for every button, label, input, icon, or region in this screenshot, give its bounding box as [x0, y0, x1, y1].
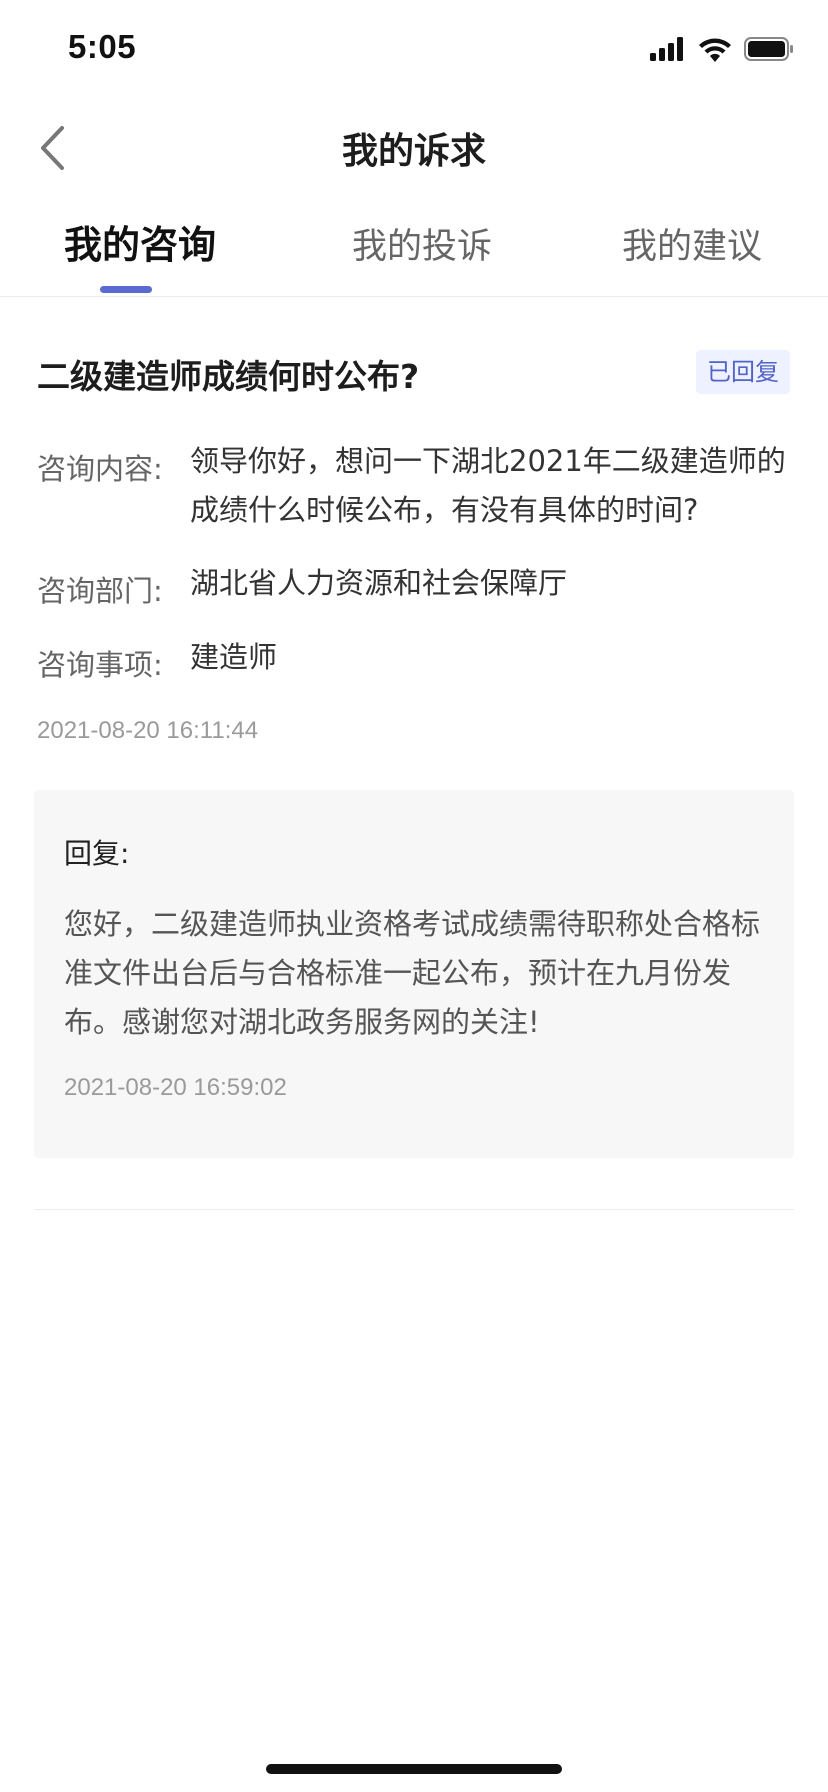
department-label: 咨询部门:	[37, 574, 163, 608]
department-value: 湖北省人力资源和社会保障厅	[190, 566, 568, 600]
matter-value: 建造师	[190, 640, 278, 674]
reply-box: 回复: 您好，二级建造师执业资格考试成绩需待职称处合格标准文件出台后与合格标准一…	[34, 790, 794, 1158]
reply-timestamp: 2021-08-20 16:59:02	[64, 1074, 287, 1101]
consultation-timestamp: 2021-08-20 16:11:44	[37, 717, 259, 744]
tab-my-complaints[interactable]: 我的投诉	[352, 218, 492, 269]
status-bar: 5:05	[0, 0, 828, 100]
consultation-title: 二级建造师成绩何时公布?	[37, 357, 420, 396]
status-time: 5:05	[68, 28, 137, 65]
home-indicator[interactable]	[266, 1764, 562, 1774]
status-badge: 已回复	[696, 350, 790, 394]
page-title: 我的诉求	[341, 131, 486, 172]
active-tab-indicator	[100, 286, 152, 293]
content-value: 领导你好，想问一下湖北2021年二级建造师的成绩什么时候公布，有没有具体的时间?	[190, 444, 786, 527]
battery-icon	[744, 37, 793, 61]
cellular-signal-icon	[650, 37, 683, 61]
tab-my-consultations[interactable]: 我的咨询	[64, 214, 216, 269]
status-icons	[650, 36, 794, 62]
wifi-icon	[699, 38, 731, 62]
matter-label: 咨询事项:	[37, 648, 163, 682]
reply-body: 您好，二级建造师执业资格考试成绩需待职称处合格标准文件出台后与合格标准一起公布，…	[64, 907, 761, 1039]
reply-heading: 回复:	[64, 837, 130, 870]
content-label: 咨询内容:	[37, 452, 163, 486]
nav-bar: 我的诉求	[0, 100, 828, 192]
tab-my-suggestions[interactable]: 我的建议	[622, 218, 762, 269]
tab-bar: 我的咨询 我的投诉 我的建议	[0, 200, 828, 297]
divider	[34, 1209, 794, 1210]
